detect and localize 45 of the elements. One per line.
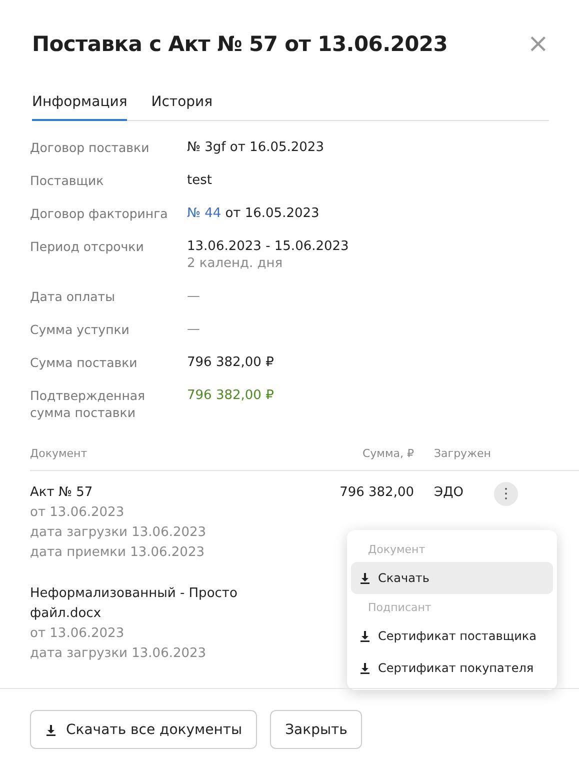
detail-value: 796 382,00 ₽: [187, 354, 274, 371]
detail-value: от 16.05.2023: [225, 205, 320, 222]
download-icon: [359, 572, 371, 584]
detail-label: Сумма уступки: [30, 321, 130, 338]
document-sum: 796 382,00: [340, 485, 414, 500]
detail-label: Поставщик: [30, 172, 105, 189]
document-source: ЭДО: [434, 485, 464, 500]
download-icon: [45, 724, 57, 736]
document-date: от 13.06.2023: [30, 625, 126, 643]
tab[interactable]: Информация: [32, 90, 128, 121]
column-header: Загружен: [433, 447, 492, 460]
column-header: Документ: [30, 447, 88, 460]
download-icon: [359, 630, 371, 642]
detail-value: № 3gf от 16.05.2023: [187, 139, 324, 156]
detail-value: test: [187, 172, 212, 189]
detail-label: Сумма поставки: [30, 354, 138, 371]
detail-value: —: [187, 288, 200, 305]
contract-link[interactable]: № 44: [187, 205, 222, 222]
dialog-title: Поставка с Акт № 57 от 13.06.2023: [32, 32, 448, 56]
detail-label: Подтвержденная сумма поставки: [30, 387, 146, 421]
tab[interactable]: История: [151, 90, 213, 121]
menu-item[interactable]: Сертификат покупателя: [351, 652, 553, 684]
menu-section-title: Документ: [367, 542, 426, 558]
detail-label: Договор факторинга: [30, 205, 169, 222]
close-dialog-button[interactable]: Закрыть: [270, 710, 362, 749]
document-date: от 13.06.2023: [30, 504, 126, 522]
download-icon: [359, 662, 371, 674]
detail-value: —: [187, 321, 200, 338]
detail-note: 2 календ. дня: [187, 255, 284, 272]
document-date: дата загрузки 13.06.2023: [30, 645, 208, 663]
detail-label: Договор поставки: [30, 139, 150, 156]
column-header: Сумма, ₽: [361, 447, 414, 460]
menu-section-title: Подписант: [367, 600, 432, 616]
download-all-button[interactable]: Скачать все документы: [30, 710, 258, 749]
detail-value: 796 382,00 ₽: [187, 387, 274, 404]
menu-item[interactable]: Скачать: [351, 562, 553, 594]
menu-item[interactable]: Сертификат поставщика: [351, 620, 553, 652]
document-date: дата приемки 13.06.2023: [30, 544, 206, 562]
detail-label: Дата оплаты: [30, 288, 116, 305]
detail-label: Период отсрочки: [30, 238, 145, 256]
detail-value: 13.06.2023 - 15.06.2023: [187, 238, 349, 255]
document-name: Неформализованный - Просто файл.docx: [30, 585, 238, 623]
document-date: дата загрузки 13.06.2023: [30, 524, 208, 542]
document-name: Акт № 57: [30, 484, 94, 502]
more-button[interactable]: ⋮: [494, 482, 518, 506]
